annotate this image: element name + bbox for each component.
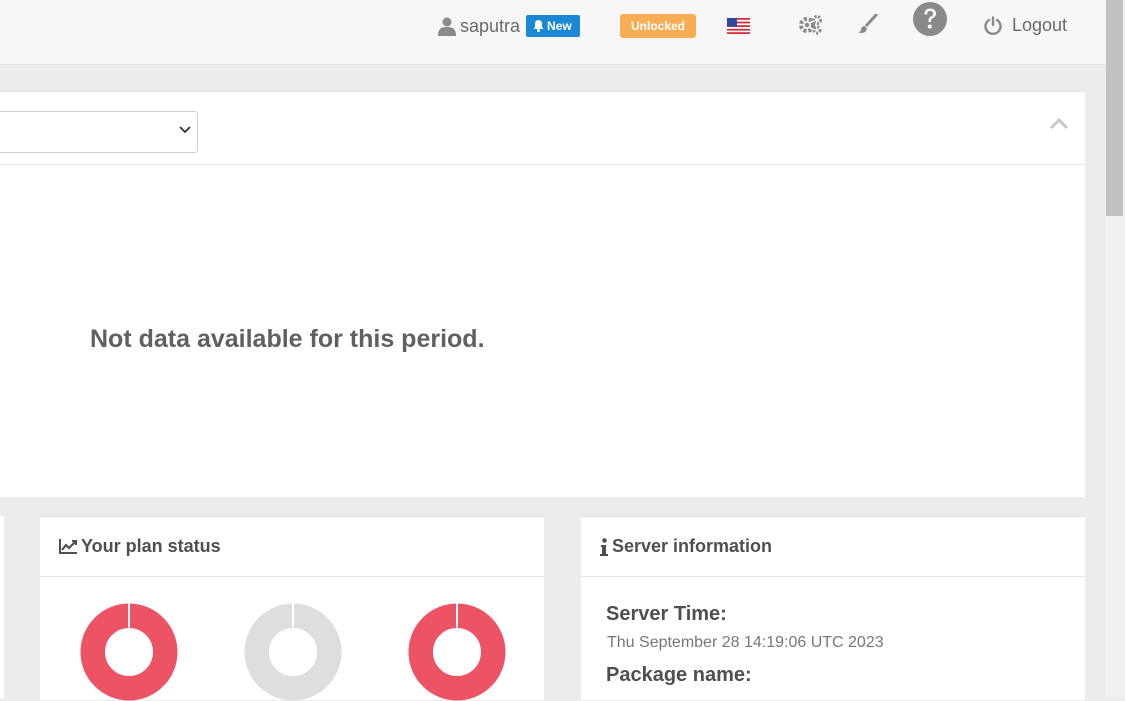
plan-status-card: Your plan status bbox=[40, 516, 544, 701]
logout-button[interactable]: Logout bbox=[984, 12, 1067, 38]
chevron-down-icon bbox=[179, 126, 191, 134]
username: saputra bbox=[460, 15, 521, 36]
bell-icon bbox=[533, 20, 544, 32]
server-time-value: Thu September 28 14:19:06 UTC 2023 bbox=[607, 634, 884, 651]
help-icon[interactable] bbox=[912, 1, 948, 37]
package-name-label: Package name: bbox=[606, 664, 752, 686]
collapse-panel-button[interactable] bbox=[1049, 116, 1069, 130]
left-card-edge bbox=[0, 516, 4, 699]
server-information-card: Server information Server Time: Thu Sept… bbox=[581, 516, 1085, 700]
plan-status-title: Your plan status bbox=[81, 536, 221, 556]
info-icon bbox=[600, 537, 608, 556]
top-navbar: saputra New Unlocked Logout bbox=[0, 0, 1105, 65]
new-badge-label: New bbox=[547, 19, 572, 33]
cogs-icon[interactable] bbox=[798, 14, 823, 35]
unlocked-badge[interactable]: Unlocked bbox=[620, 14, 696, 38]
server-information-title: Server information bbox=[612, 536, 773, 556]
us-flag-icon[interactable] bbox=[727, 18, 750, 34]
brush-icon[interactable] bbox=[858, 14, 878, 34]
plan-usage-donut-2 bbox=[244, 603, 342, 701]
statistics-panel: Not data available for this period. bbox=[0, 91, 1085, 497]
plan-status-header: Your plan status bbox=[40, 517, 544, 577]
plan-usage-donut-1 bbox=[80, 603, 178, 701]
user-menu[interactable]: saputra New bbox=[438, 14, 580, 38]
plan-usage-donut-3 bbox=[408, 603, 506, 701]
period-select[interactable] bbox=[0, 111, 198, 153]
line-chart-icon bbox=[59, 539, 77, 554]
server-time-label: Server Time: bbox=[606, 603, 727, 625]
page-scrollbar-thumb[interactable] bbox=[1106, 0, 1123, 216]
empty-data-message: Not data available for this period. bbox=[90, 325, 485, 353]
panel-header bbox=[0, 92, 1085, 165]
power-icon bbox=[984, 15, 1002, 35]
logout-label: Logout bbox=[1012, 14, 1068, 35]
server-information-header: Server information bbox=[581, 517, 1085, 577]
new-notifications-badge[interactable]: New bbox=[526, 15, 580, 37]
user-icon bbox=[438, 17, 456, 36]
